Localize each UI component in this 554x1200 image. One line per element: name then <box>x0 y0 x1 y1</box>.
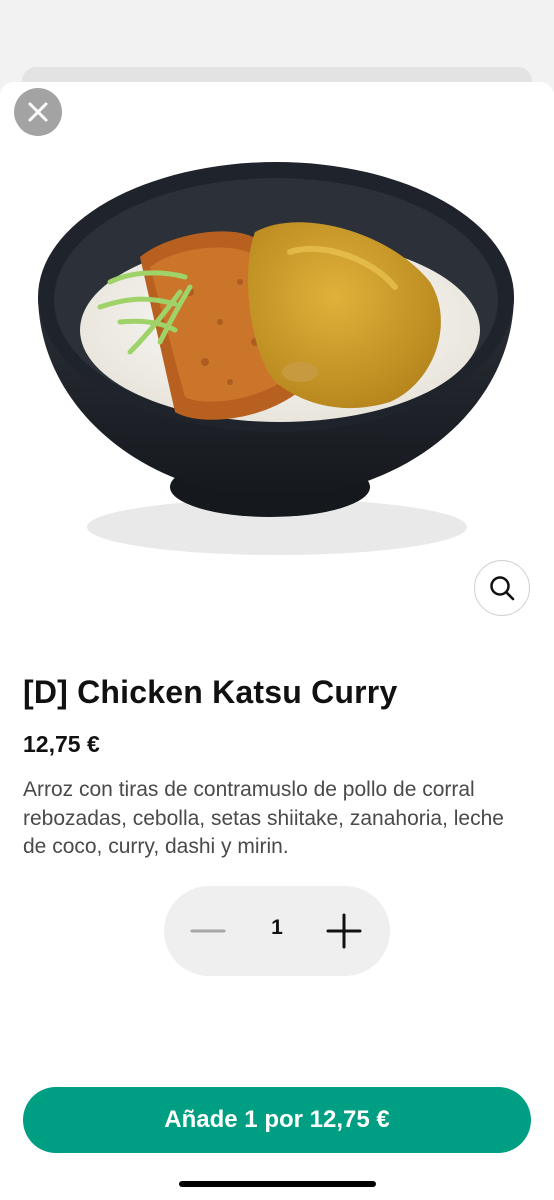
quantity-stepper: 1 <box>164 886 390 976</box>
product-price: 12,75 € <box>23 731 100 757</box>
curry-bowl-illustration <box>38 162 514 555</box>
zoom-image-button[interactable] <box>474 560 530 616</box>
product-sheet: [D] Chicken Katsu Curry 12,75 € Arroz co… <box>0 82 554 1200</box>
product-image <box>0 82 554 642</box>
product-description: Arroz con tiras de contramuslo de pollo … <box>23 778 504 858</box>
magnifier-icon <box>490 576 515 601</box>
decrease-quantity-button[interactable] <box>188 911 228 951</box>
close-button[interactable] <box>14 88 62 136</box>
add-to-cart-button[interactable]: Añade 1 por 12,75 € <box>23 1087 531 1153</box>
minus-icon <box>190 929 226 933</box>
home-indicator <box>179 1181 376 1187</box>
close-icon <box>28 102 48 122</box>
plus-icon <box>326 913 362 949</box>
product-title: [D] Chicken Katsu Curry <box>23 674 398 710</box>
quantity-value: 1 <box>271 916 283 939</box>
increase-quantity-button[interactable] <box>324 911 364 951</box>
